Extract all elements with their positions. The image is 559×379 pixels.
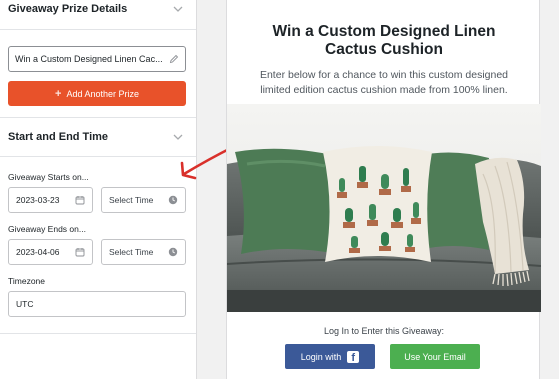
prize-name-value: Win a Custom Designed Linen Cac... [15,54,163,64]
use-your-email-button[interactable]: Use Your Email [390,344,480,369]
login-prompt: Log In to Enter this Giveaway: [323,326,445,336]
prize-name-field[interactable]: Win a Custom Designed Linen Cac... [8,46,186,72]
email-button-label: Use Your Email [404,351,466,362]
time-section-header[interactable]: Start and End Time [0,117,196,157]
divider [0,333,196,334]
settings-sidebar: Giveaway Prize Details Win a Custom Desi… [0,0,197,379]
starts-label: Giveaway Starts on... [8,172,89,182]
add-another-prize-button[interactable]: + Add Another Prize [8,81,186,106]
pencil-icon[interactable] [169,54,179,64]
timezone-value: UTC [16,299,34,309]
giveaway-title: Win a Custom Designed Linen Cactus Cushi… [272,23,496,58]
plus-icon: + [55,87,62,100]
giveaway-description: Enter below for a chance to win this cus… [259,69,509,96]
end-time-placeholder: Select Time [109,247,154,257]
giveaway-preview: Win a Custom Designed Linen Cactus Cushi… [226,0,541,379]
chevron-down-icon [173,6,183,12]
clock-icon [168,195,178,205]
calendar-icon [75,248,85,257]
chevron-down-icon [173,134,183,140]
start-date-input[interactable]: 2023-03-23 [8,187,93,213]
facebook-button-label: Login with [300,351,342,362]
prize-section-title: Giveaway Prize Details [8,2,128,15]
cushion-photo-illustration [227,104,541,312]
start-time-select[interactable]: Select Time [101,187,186,213]
login-with-facebook-button[interactable]: Login with f [285,344,375,369]
start-time-placeholder: Select Time [109,195,154,205]
facebook-icon: f [347,350,360,363]
timezone-label: Timezone [8,276,46,286]
calendar-icon [75,196,85,205]
end-date-input[interactable]: 2023-04-06 [8,239,93,265]
clock-icon [168,247,178,257]
time-section-title: Start and End Time [8,131,109,143]
timezone-select[interactable]: UTC [8,291,186,317]
add-prize-label: Add Another Prize [66,88,139,99]
prize-image [227,104,541,312]
end-time-select[interactable]: Select Time [101,239,186,265]
ends-label: Giveaway Ends on... [8,224,86,234]
prize-section-header[interactable]: Giveaway Prize Details [0,0,196,30]
end-date-value: 2023-04-06 [16,247,60,257]
start-date-value: 2023-03-23 [16,195,60,205]
